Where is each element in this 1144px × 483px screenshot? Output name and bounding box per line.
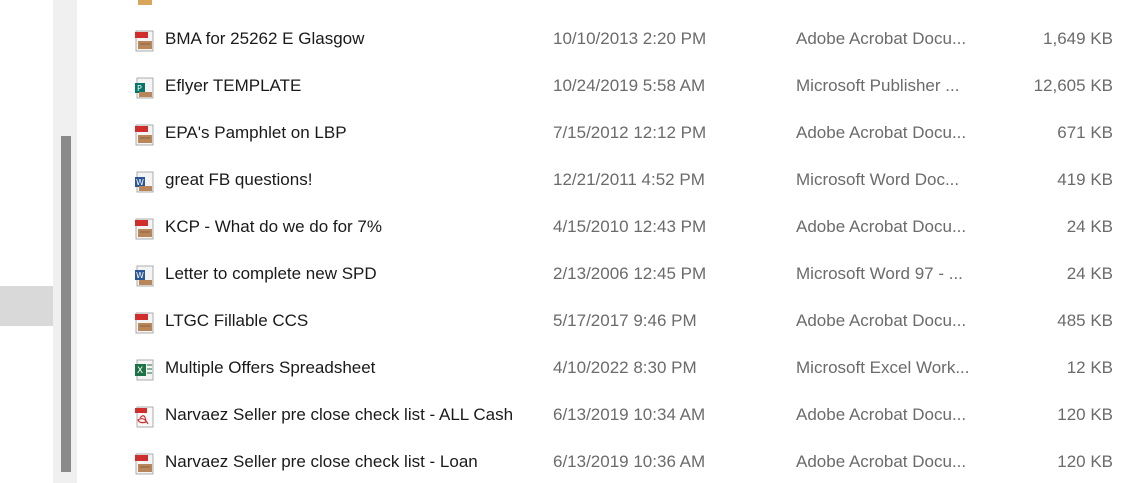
navigation-pane — [0, 0, 53, 483]
file-row[interactable]: Narvaez Seller pre close check list - AL… — [77, 393, 1144, 440]
file-date: 5/17/2017 9:46 PM — [553, 311, 697, 330]
file-date: 10/24/2019 5:58 AM — [553, 76, 706, 95]
file-size: 1,649 KB — [1043, 29, 1113, 48]
file-date: 4/10/2022 8:30 PM — [553, 358, 697, 377]
pdf-icon — [135, 218, 154, 240]
file-row[interactable]: EPA's Pamphlet on LBP 7/15/2012 12:12 PM… — [77, 111, 1144, 158]
publisher-icon: P — [135, 77, 154, 99]
svg-text:W: W — [136, 178, 144, 187]
file-name: Narvaez Seller pre close check list - AL… — [165, 405, 514, 424]
word97-icon: W — [135, 265, 154, 287]
file-type: Adobe Acrobat Docu... — [796, 217, 967, 236]
file-date: 6/13/2019 10:34 AM — [553, 405, 706, 424]
file-name: great FB questions! — [165, 170, 313, 189]
file-name: Letter to complete new SPD — [165, 264, 377, 283]
file-name: BMA for 25262 E Glasgow — [165, 29, 365, 48]
file-type: Microsoft Word 97 - ... — [796, 264, 963, 283]
file-date: 2/13/2006 12:45 PM — [553, 264, 707, 283]
file-row[interactable]: KCP - What do we do for 7% 4/15/2010 12:… — [77, 205, 1144, 252]
file-row[interactable]: BMA for 25262 E Glasgow 10/10/2013 2:20 … — [77, 17, 1144, 64]
file-size: 485 KB — [1057, 311, 1113, 330]
file-type: Adobe Acrobat Docu... — [796, 452, 967, 471]
file-row[interactable]: W great FB questions! 12/21/2011 4:52 PM… — [77, 158, 1144, 205]
file-size: 120 KB — [1057, 405, 1113, 424]
file-row[interactable]: X Multiple Offers Spreadsheet 4/10/2022 … — [77, 346, 1144, 393]
file-date: 7/15/2012 12:12 PM — [553, 123, 707, 142]
file-date: 6/13/2019 10:36 AM — [553, 452, 706, 471]
selected-nav-item[interactable] — [0, 286, 53, 326]
file-row[interactable]: Narvaez Seller pre close check list - Lo… — [77, 440, 1144, 483]
file-name: Multiple Offers Spreadsheet — [165, 358, 376, 377]
file-list: BMA for 25262 E Glasgow 10/10/2013 2:20 … — [77, 0, 1144, 483]
file-row-partial[interactable] — [77, 0, 1144, 17]
file-size: 24 KB — [1066, 217, 1113, 236]
pdf-icon — [135, 124, 154, 146]
file-size: 12 KB — [1066, 358, 1113, 377]
file-icon — [138, 0, 152, 5]
pdf-icon — [135, 406, 154, 428]
file-type: Adobe Acrobat Docu... — [796, 29, 967, 48]
word-icon: W — [135, 171, 154, 193]
pdf-icon — [135, 453, 154, 475]
svg-text:W: W — [136, 271, 144, 280]
scrollbar-thumb[interactable] — [61, 136, 71, 472]
file-size: 120 KB — [1057, 452, 1113, 471]
file-date: 10/10/2013 2:20 PM — [553, 29, 707, 48]
file-size: 671 KB — [1057, 123, 1113, 142]
file-type: Microsoft Publisher ... — [796, 76, 960, 95]
file-row[interactable]: LTGC Fillable CCS 5/17/2017 9:46 PM Adob… — [77, 299, 1144, 346]
file-name: KCP - What do we do for 7% — [165, 217, 383, 236]
file-name: Narvaez Seller pre close check list - Lo… — [165, 452, 478, 471]
file-size: 419 KB — [1057, 170, 1113, 189]
file-name: EPA's Pamphlet on LBP — [165, 123, 347, 142]
file-type: Microsoft Excel Work... — [796, 358, 970, 377]
svg-text:P: P — [137, 84, 142, 93]
file-row[interactable]: W Letter to complete new SPD 2/13/2006 1… — [77, 252, 1144, 299]
file-size: 24 KB — [1066, 264, 1113, 283]
file-date: 12/21/2011 4:52 PM — [553, 170, 705, 189]
file-type: Adobe Acrobat Docu... — [796, 123, 967, 142]
pdf-icon — [135, 30, 154, 52]
file-size: 12,605 KB — [1033, 76, 1113, 95]
file-name: LTGC Fillable CCS — [165, 311, 309, 330]
file-type: Adobe Acrobat Docu... — [796, 405, 967, 424]
excel-icon: X — [135, 359, 154, 381]
file-date: 4/15/2010 12:43 PM — [553, 217, 707, 236]
file-name: Eflyer TEMPLATE — [165, 76, 302, 95]
file-type: Microsoft Word Doc... — [796, 170, 960, 189]
pdf-icon — [135, 312, 154, 334]
svg-text:X: X — [137, 366, 143, 376]
file-type: Adobe Acrobat Docu... — [796, 311, 967, 330]
file-row[interactable]: P Eflyer TEMPLATE 10/24/2019 5:58 AM Mic… — [77, 64, 1144, 111]
